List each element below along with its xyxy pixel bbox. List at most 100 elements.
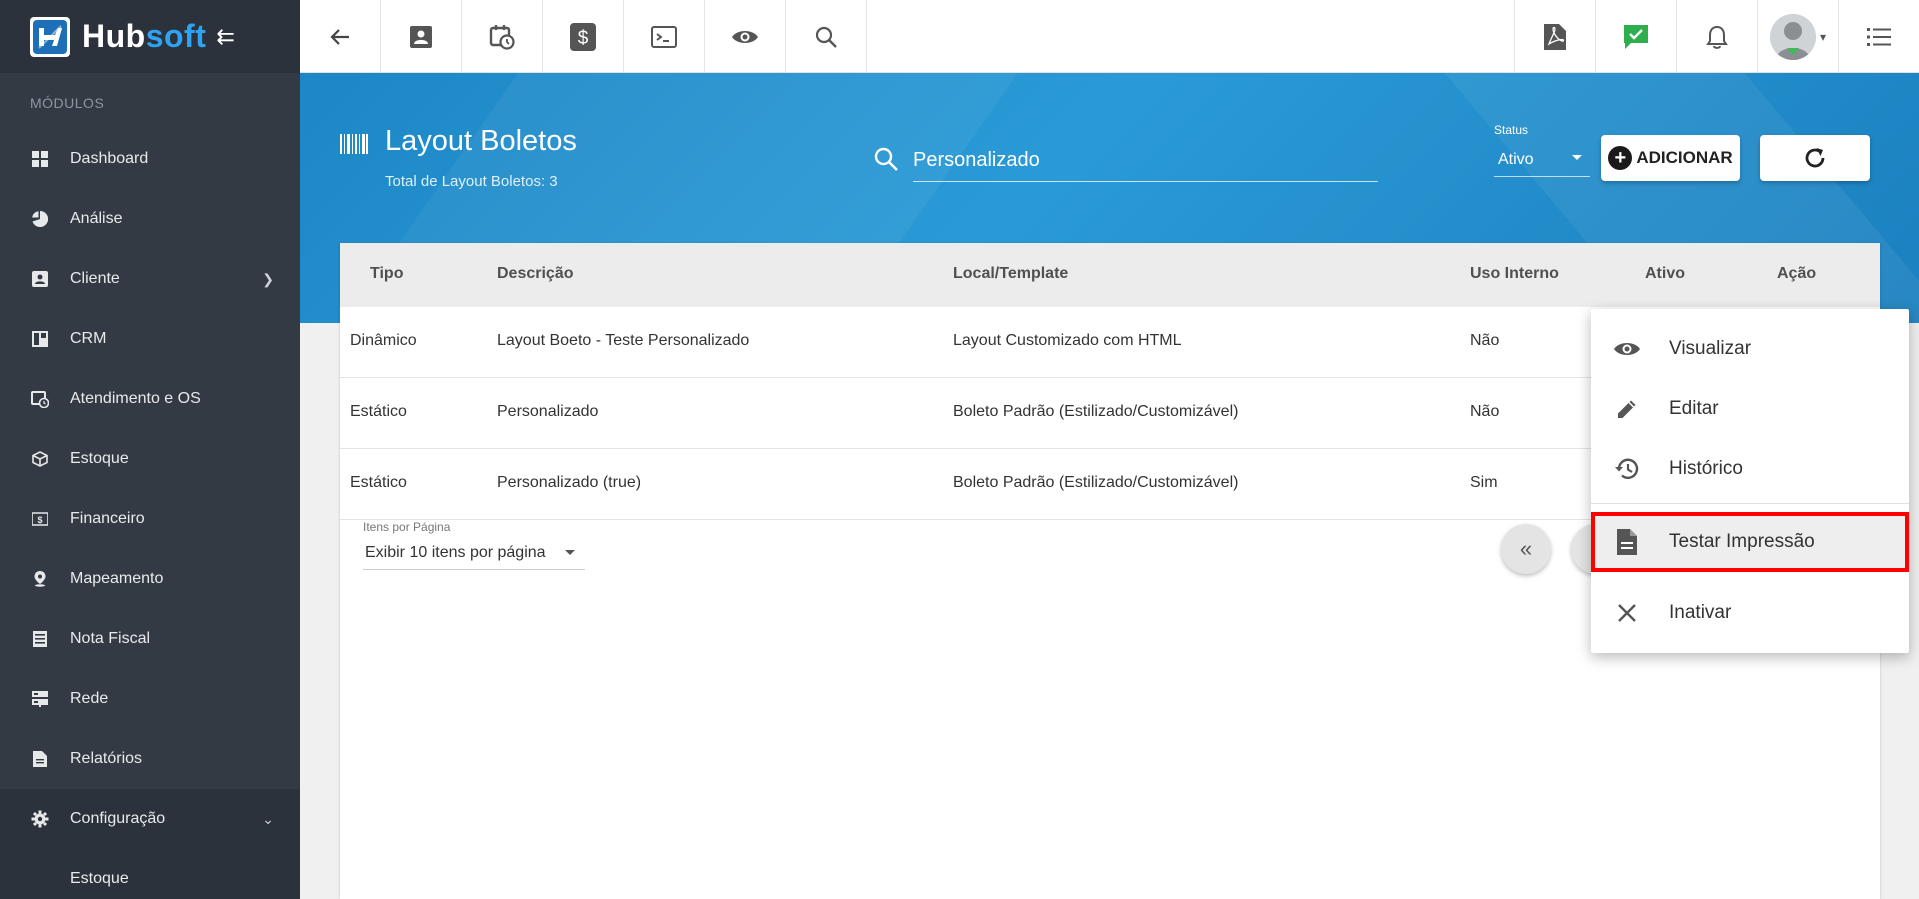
bell-icon [1706, 25, 1728, 49]
sidebar-item-analise[interactable]: Análise [0, 189, 300, 249]
caret-down-icon [1572, 155, 1582, 160]
contact-card-icon [30, 269, 50, 289]
column-header-tipo[interactable]: Tipo [370, 265, 403, 283]
sidebar-item-nota-fiscal[interactable]: Nota Fiscal [0, 609, 300, 669]
cell-tipo: Dinâmico [350, 332, 417, 349]
money-icon: $ [570, 22, 596, 51]
add-button[interactable]: + ADICIONAR [1601, 135, 1740, 181]
column-header-local-template[interactable]: Local/Template [953, 265, 1068, 283]
money-icon: $ [30, 509, 50, 529]
search-icon [815, 26, 837, 48]
sidebar-item-cliente[interactable]: Cliente ❯ [0, 249, 300, 309]
map-pin-icon [30, 569, 50, 589]
sidebar-item-label: CRM [70, 330, 107, 347]
terminal-shortcut-button[interactable] [624, 0, 705, 73]
sidebar-item-label: Atendimento e OS [70, 390, 201, 407]
page-subtitle: Total de Layout Boletos: 3 [385, 173, 558, 190]
sidebar-item-atendimento[interactable]: Atendimento e OS [0, 369, 300, 429]
user-menu-button[interactable]: ▾ [1757, 0, 1838, 73]
sidebar-item-label: Rede [70, 690, 109, 707]
sidebar-item-dashboard[interactable]: Dashboard [0, 129, 300, 189]
menu-item-label: Visualizar [1669, 338, 1752, 359]
menu-item-historico[interactable]: Histórico [1591, 439, 1909, 499]
arrow-left-icon [330, 28, 349, 45]
double-chevron-left-icon: « [1519, 536, 1533, 561]
server-icon [30, 689, 50, 709]
invoice-icon [30, 629, 50, 649]
refresh-icon [1805, 148, 1825, 168]
contact-card-icon [410, 25, 432, 48]
dashboard-icon [30, 149, 50, 169]
first-page-button[interactable]: « [1501, 524, 1551, 574]
document-icon [30, 749, 50, 769]
service-orders-shortcut-button[interactable] [462, 0, 543, 73]
sidebar-item-estoque[interactable]: Estoque [0, 429, 300, 489]
column-header-ativo[interactable]: Ativo [1645, 265, 1685, 283]
monitoring-shortcut-button[interactable] [705, 0, 786, 73]
search-shortcut-button[interactable] [786, 0, 867, 73]
financial-shortcut-button[interactable]: $ [543, 0, 624, 73]
search-icon [873, 146, 899, 177]
eye-icon [732, 30, 758, 43]
sidebar: Hubsoft ⇇ MÓDULOS Dashboard Análise Clie… [0, 0, 300, 899]
items-per-page-select[interactable]: Exibir 10 itens por página [363, 536, 585, 570]
menu-item-visualizar[interactable]: Visualizar [1591, 319, 1909, 379]
sidebar-subitem-estoque[interactable]: Estoque [0, 849, 300, 899]
sidebar-item-financeiro[interactable]: $ Financeiro [0, 489, 300, 549]
sidebar-item-label: Financeiro [70, 510, 145, 527]
gear-icon [30, 809, 50, 829]
menu-item-editar[interactable]: Editar [1591, 379, 1909, 439]
clients-shortcut-button[interactable] [381, 0, 462, 73]
cell-tipo: Estático [350, 403, 407, 420]
messages-button[interactable] [1595, 0, 1676, 73]
sidebar-item-label: Configuração [70, 810, 166, 827]
pdf-icon [1544, 23, 1566, 50]
top-bar-right: ▾ [1514, 0, 1919, 73]
brand-name: Hubsoft [82, 18, 207, 54]
notifications-button[interactable] [1676, 0, 1757, 73]
items-per-page-value: Exibir 10 itens por página [365, 543, 546, 561]
status-filter-label: Status [1494, 123, 1529, 137]
menu-item-testar-impressao[interactable]: Testar Impressão [1591, 512, 1909, 572]
sidebar-item-label: Cliente [70, 270, 120, 287]
list-icon [1867, 27, 1891, 46]
close-icon [1613, 599, 1641, 627]
column-header-descricao[interactable]: Descrição [497, 265, 574, 283]
hubsoft-logo-icon[interactable] [30, 16, 70, 57]
chat-check-icon [1624, 24, 1648, 49]
sidebar-item-crm[interactable]: CRM [0, 309, 300, 369]
top-bar-spacer [867, 0, 1514, 72]
add-button-label: ADICIONAR [1636, 148, 1733, 167]
column-header-uso-interno[interactable]: Uso Interno [1470, 265, 1559, 283]
sidebar-item-rede[interactable]: Rede [0, 669, 300, 729]
pdf-button[interactable] [1514, 0, 1595, 73]
menu-item-label: Inativar [1669, 602, 1732, 623]
list-menu-button[interactable] [1838, 0, 1919, 73]
menu-item-inativar[interactable]: Inativar [1591, 583, 1909, 643]
chevron-down-icon: ⌄ [262, 810, 274, 827]
sidebar-item-configuracao[interactable]: Configuração ⌄ [0, 789, 300, 849]
refresh-button[interactable] [1760, 135, 1870, 181]
cell-tipo: Estático [350, 474, 407, 491]
avatar [1769, 13, 1816, 60]
pencil-icon [1613, 395, 1641, 423]
menu-item-label: Editar [1669, 398, 1719, 419]
back-button[interactable] [300, 0, 381, 73]
sidebar-item-label: Nota Fiscal [70, 630, 151, 647]
svg-text:$: $ [37, 515, 42, 525]
sidebar-item-label: Mapeamento [70, 570, 164, 587]
sidebar-item-mapeamento[interactable]: Mapeamento [0, 549, 300, 609]
row-action-menu: Visualizar Editar Histórico Testar Impre… [1591, 309, 1909, 653]
calendar-clock-icon [489, 24, 515, 50]
cell-uso-interno: Sim [1470, 474, 1498, 491]
cell-descricao: Personalizado [497, 403, 599, 420]
search-input[interactable] [913, 140, 1378, 182]
document-icon [1613, 528, 1641, 556]
items-per-page-label: Itens por Página [363, 520, 451, 534]
sidebar-item-relatorios[interactable]: Relatórios [0, 729, 300, 789]
collapse-sidebar-icon[interactable]: ⇇ [216, 24, 234, 50]
calendar-clock-icon [30, 389, 50, 409]
status-filter-select[interactable]: Ativo [1494, 143, 1590, 177]
board-icon [30, 329, 50, 349]
barcode-icon [340, 134, 368, 154]
